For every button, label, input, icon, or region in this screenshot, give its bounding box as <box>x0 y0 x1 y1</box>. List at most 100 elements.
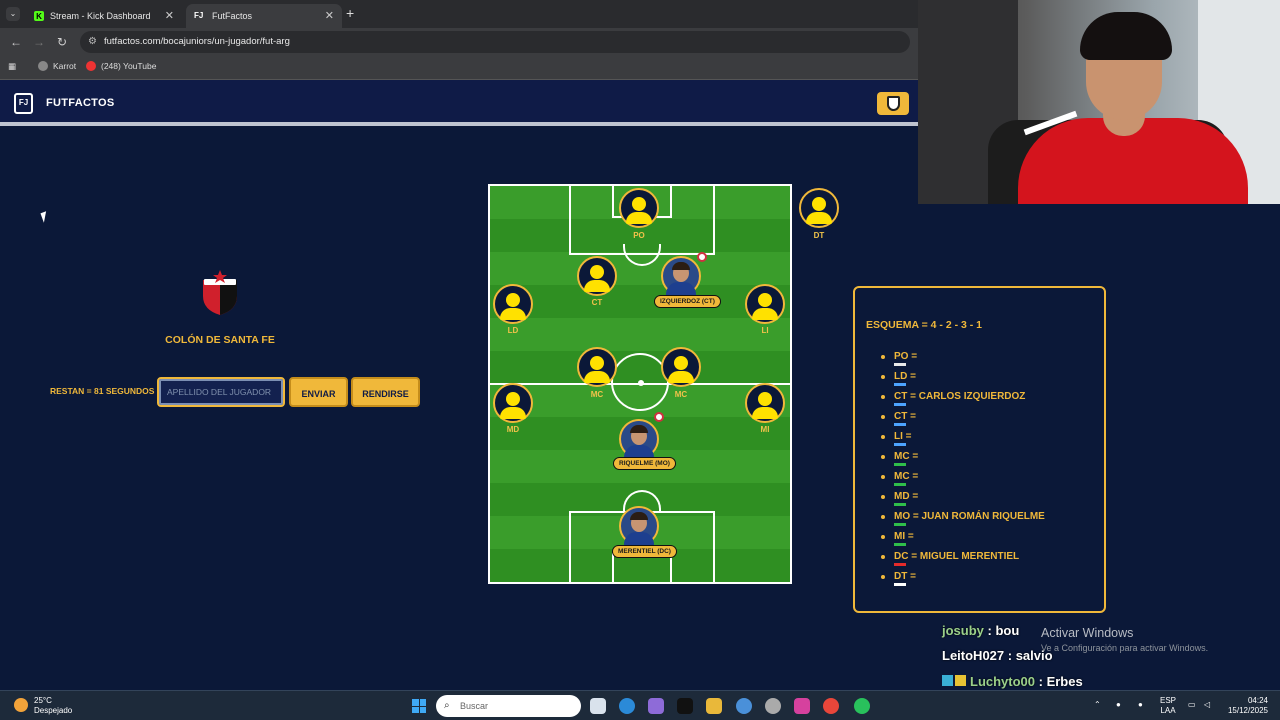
chat-user: LeitoH027 <box>942 648 1005 663</box>
bookmark-youtube[interactable]: (248) YouTube <box>86 61 156 71</box>
weather-temp: 25°C <box>34 696 52 705</box>
chat-badges-icon <box>942 675 953 686</box>
position-label-po: PO <box>633 231 645 240</box>
give-up-button[interactable]: RENDIRSE <box>351 377 420 407</box>
position-color-bar <box>894 563 906 566</box>
scheme-answer: CARLOS IZQUIERDOZ <box>918 391 1026 402</box>
language-indicator[interactable]: ESP LAA <box>1160 696 1176 716</box>
player-slot-dt[interactable] <box>799 188 839 228</box>
player-slot-ct-left[interactable] <box>577 256 617 296</box>
scheme-answer: MIGUEL MERENTIEL <box>919 551 1020 562</box>
chat-message: LeitoH027 : salvio <box>942 648 1053 663</box>
close-tab-icon[interactable]: ✕ <box>165 9 174 22</box>
windows-start-icon[interactable] <box>412 699 426 713</box>
send-button[interactable]: ENVIAR <box>289 377 348 407</box>
back-icon[interactable]: ← <box>10 35 22 49</box>
equals-sign: = <box>907 411 916 422</box>
instagram-icon[interactable] <box>794 698 810 714</box>
center-spot <box>638 380 644 386</box>
site-brand[interactable]: FUTFACTOS <box>46 97 115 109</box>
player-slot-mc-right[interactable] <box>661 347 701 387</box>
taskbar-search[interactable]: ⌕ Buscar <box>436 695 581 717</box>
forward-icon[interactable]: → <box>33 35 45 49</box>
tab-search-button[interactable]: ⌄ <box>6 7 20 21</box>
scheme-row: MO = JUAN ROMÁN RIQUELME <box>879 511 1045 531</box>
clock[interactable]: 04:24 15/12/2025 <box>1222 696 1268 716</box>
tab-label: Stream - Kick Dashboard <box>50 11 151 21</box>
scheme-row: CT = CARLOS IZQUIERDOZ <box>879 391 1045 411</box>
network-icon[interactable]: ▭ <box>1188 700 1196 710</box>
equals-sign: = <box>907 571 916 582</box>
chat-user: josuby <box>942 623 984 638</box>
site-info-icon[interactable]: ⚙ <box>88 31 97 53</box>
position-color-bar <box>894 363 906 366</box>
chat-user: Luchyto00 <box>970 674 1036 689</box>
position-color-bar <box>894 423 906 426</box>
top-penalty-arc <box>623 244 661 266</box>
karrot-icon <box>38 61 48 71</box>
equals-sign: = <box>908 551 920 562</box>
tiktok-icon[interactable] <box>677 698 693 714</box>
windows-taskbar: 25°C Despejado ⌕ Buscar ⌃ ● ● ESP LAA ▭ … <box>0 690 1280 720</box>
team-name: COLÓN DE SANTA FE <box>165 334 275 346</box>
bookmark-label: Karrot <box>53 61 77 71</box>
player-surname-input[interactable]: APELLIDO DEL JUGADOR <box>157 377 285 407</box>
scheme-position: DT <box>894 571 907 586</box>
player-slot-mc-left[interactable] <box>577 347 617 387</box>
apps-grid-icon[interactable]: ▦ <box>8 61 16 72</box>
youtube-icon <box>86 61 96 71</box>
file-explorer-icon[interactable] <box>706 698 722 714</box>
scheme-row: MC = <box>879 471 1045 491</box>
bookmark-karrot[interactable]: Karrot <box>38 61 76 71</box>
weather-widget[interactable]: 25°C Despejado <box>14 696 72 716</box>
reload-icon[interactable]: ↻ <box>57 35 67 49</box>
edge-icon[interactable] <box>619 698 635 714</box>
position-color-bar <box>894 383 906 386</box>
copilot-icon[interactable] <box>648 698 664 714</box>
scheme-row: MD = <box>879 491 1045 511</box>
task-view-icon[interactable] <box>590 698 606 714</box>
microphone-icon[interactable]: ● <box>1138 700 1143 710</box>
chat-badges-icon <box>955 675 966 686</box>
tray-app-icon[interactable]: ● <box>1116 700 1121 710</box>
webcam-overlay <box>918 0 1280 204</box>
weather-sun-icon <box>14 698 28 712</box>
new-tab-icon[interactable]: + <box>346 5 354 21</box>
search-placeholder: Buscar <box>460 701 489 711</box>
player-slot-mo-revealed[interactable] <box>619 419 659 459</box>
player-slot-dc-revealed[interactable] <box>619 506 659 546</box>
futfactos-logo-icon[interactable]: FJ <box>14 93 33 114</box>
player-slot-ct-right-revealed[interactable] <box>661 256 701 296</box>
scheme-row: CT = <box>879 411 1045 431</box>
revealed-name-pill: RIQUELME (MO) <box>613 457 676 470</box>
close-tab-icon[interactable]: ✕ <box>325 9 334 22</box>
position-label-md: MD <box>506 425 520 434</box>
tab-kick-dashboard[interactable]: K Stream - Kick Dashboard ✕ <box>26 4 182 28</box>
language-code: ESP <box>1160 696 1177 705</box>
teams-shield-button[interactable] <box>877 92 909 115</box>
tab-futfactos[interactable]: FJ FutFactos ✕ <box>186 4 342 28</box>
activate-windows-title: Activar Windows <box>1041 626 1134 640</box>
player-slot-ld[interactable] <box>493 284 533 324</box>
position-label-mi: MI <box>760 425 770 434</box>
obs-icon[interactable] <box>765 698 781 714</box>
position-label-ld: LD <box>507 326 519 335</box>
address-bar[interactable]: ⚙ futfactos.com/bocajuniors/un-jugador/f… <box>80 31 910 53</box>
tray-chevron-icon[interactable]: ⌃ <box>1094 700 1101 710</box>
player-slot-mi[interactable] <box>745 383 785 423</box>
scheme-position: MO <box>894 511 910 526</box>
colon-crest-icon <box>203 270 237 315</box>
player-slot-po[interactable] <box>619 188 659 228</box>
chrome-profile-icon[interactable] <box>823 698 839 714</box>
bookmarks-bar: ▦ Karrot (248) YouTube <box>0 56 918 80</box>
scheme-position: MC <box>894 471 910 486</box>
player-slot-md[interactable] <box>493 383 533 423</box>
scheme-position: MC <box>894 451 910 466</box>
player-slot-li[interactable] <box>745 284 785 324</box>
position-color-bar <box>894 403 906 406</box>
whatsapp-icon[interactable] <box>854 698 870 714</box>
scheme-row: PO = <box>879 351 1045 371</box>
chrome-icon[interactable] <box>736 698 752 714</box>
volume-icon[interactable]: ◁ <box>1204 700 1210 710</box>
scheme-list: PO = LD = CT = CARLOS IZQUIERDOZ CT = LI … <box>879 351 1045 591</box>
